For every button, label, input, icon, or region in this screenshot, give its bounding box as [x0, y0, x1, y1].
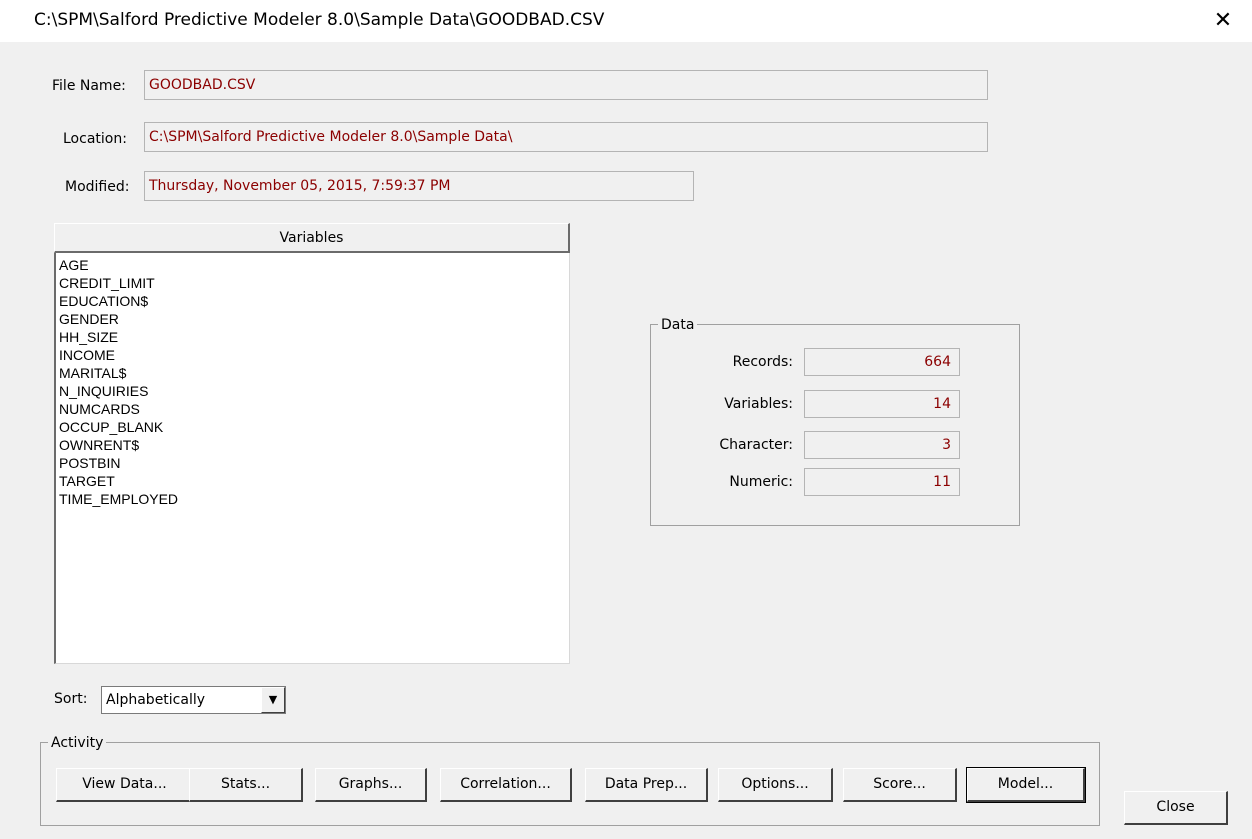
activity-group-title: Activity	[48, 735, 107, 751]
location-label: Location:	[63, 131, 127, 147]
data-group-title: Data	[658, 317, 698, 333]
list-item[interactable]: EDUCATION$	[59, 292, 569, 310]
list-item[interactable]: TIME_EMPLOYED	[59, 490, 569, 508]
score-button[interactable]: Score...	[843, 768, 957, 802]
list-item[interactable]: HH_SIZE	[59, 328, 569, 346]
modified-label: Modified:	[65, 179, 130, 195]
graphs-button[interactable]: Graphs...	[315, 768, 427, 802]
numeric-value: 11	[804, 468, 960, 496]
options-button[interactable]: Options...	[718, 768, 833, 802]
title-bar: C:\SPM\Salford Predictive Modeler 8.0\Sa…	[0, 0, 1252, 42]
variables-count-label: Variables:	[724, 396, 793, 412]
character-value: 3	[804, 431, 960, 459]
variables-list[interactable]: AGE CREDIT_LIMIT EDUCATION$ GENDER HH_SI…	[54, 253, 570, 664]
stats-button[interactable]: Stats...	[189, 768, 303, 802]
numeric-label: Numeric:	[729, 474, 793, 490]
list-item[interactable]: OCCUP_BLANK	[59, 418, 569, 436]
data-prep-button[interactable]: Data Prep...	[585, 768, 708, 802]
correlation-button[interactable]: Correlation...	[440, 768, 572, 802]
records-label: Records:	[732, 354, 793, 370]
sort-selected-value: Alphabetically	[106, 692, 206, 708]
chevron-down-icon[interactable]: ▼	[261, 687, 285, 713]
list-item[interactable]: MARITAL$	[59, 364, 569, 382]
file-name-label: File Name:	[52, 78, 126, 94]
records-value: 664	[804, 348, 960, 376]
variables-header[interactable]: Variables	[54, 223, 570, 253]
list-item[interactable]: INCOME	[59, 346, 569, 364]
model-button[interactable]: Model...	[966, 767, 1086, 803]
character-label: Character:	[719, 437, 793, 453]
variables-count-value: 14	[804, 390, 960, 418]
location-field: C:\SPM\Salford Predictive Modeler 8.0\Sa…	[144, 122, 988, 152]
list-item[interactable]: GENDER	[59, 310, 569, 328]
list-item[interactable]: NUMCARDS	[59, 400, 569, 418]
list-item[interactable]: CREDIT_LIMIT	[59, 274, 569, 292]
modified-field: Thursday, November 05, 2015, 7:59:37 PM	[144, 171, 694, 201]
list-item[interactable]: AGE	[59, 256, 569, 274]
close-button[interactable]: Close	[1124, 791, 1228, 825]
list-item[interactable]: OWNRENT$	[59, 436, 569, 454]
list-item[interactable]: POSTBIN	[59, 454, 569, 472]
close-icon[interactable]: ✕	[1208, 8, 1238, 34]
view-data-button[interactable]: View Data...	[56, 768, 194, 802]
list-item[interactable]: TARGET	[59, 472, 569, 490]
file-name-field: GOODBAD.CSV	[144, 70, 988, 100]
sort-label: Sort:	[54, 691, 88, 707]
list-item[interactable]: N_INQUIRIES	[59, 382, 569, 400]
sort-select[interactable]: Alphabetically ▼	[101, 686, 286, 714]
window-title: C:\SPM\Salford Predictive Modeler 8.0\Sa…	[34, 10, 605, 30]
